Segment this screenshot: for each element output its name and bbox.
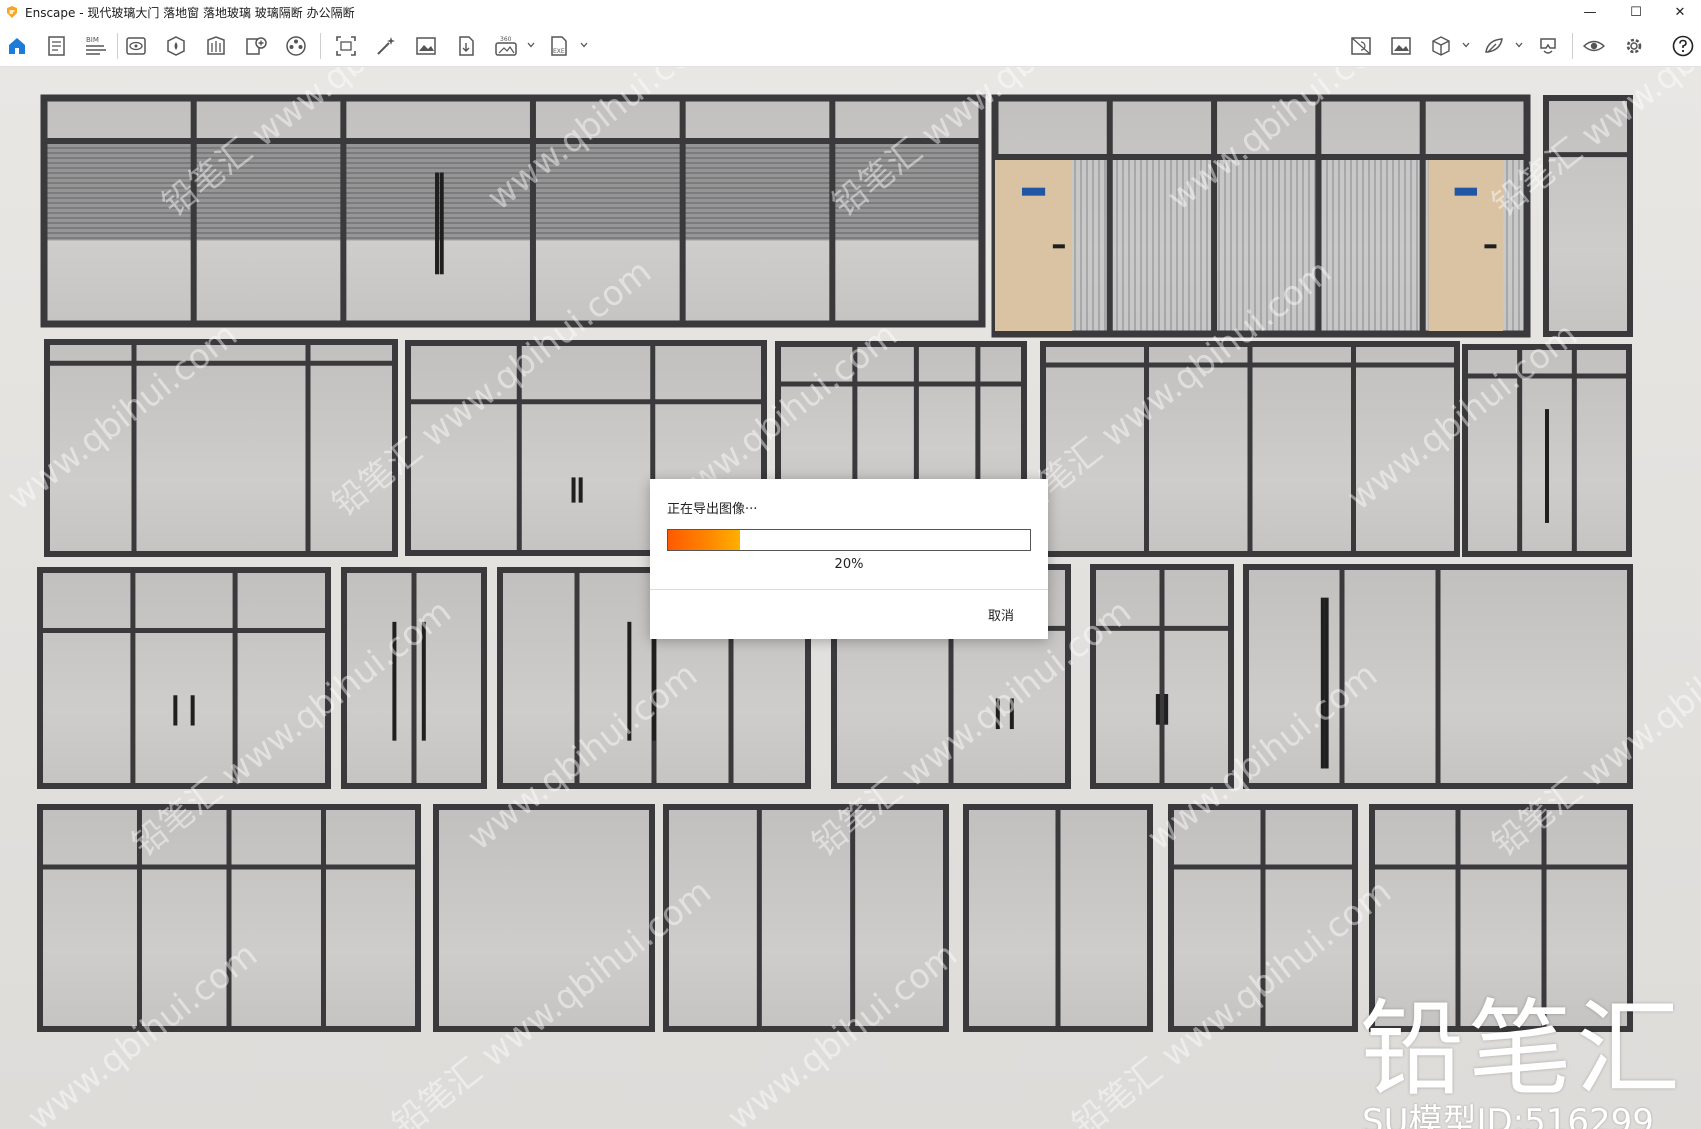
views-button[interactable] — [242, 32, 270, 60]
render-image-icon — [416, 37, 436, 55]
home-button[interactable] — [3, 32, 31, 60]
glass-partition-unit — [37, 804, 421, 1032]
glass-partition-unit — [991, 94, 1531, 338]
title-bar: Enscape - 现代玻璃大门 落地窗 落地玻璃 玻璃隔断 办公隔断 — ☐ … — [0, 0, 1701, 24]
window-title: Enscape - 现代玻璃大门 落地窗 落地玻璃 玻璃隔断 办公隔断 — [25, 5, 355, 20]
glass-partition-unit — [433, 804, 655, 1032]
notes-button[interactable] — [43, 32, 71, 60]
brand-watermark: 铅笔汇 — [1360, 988, 1685, 1110]
vr-headset-button[interactable] — [1534, 32, 1562, 60]
glass-partition-unit — [1168, 804, 1358, 1032]
settings-button[interactable] — [1620, 32, 1648, 60]
toolbar-separator — [1572, 33, 1573, 59]
help-icon — [1672, 35, 1694, 57]
glass-partition-unit — [963, 804, 1153, 1032]
video-editor-icon — [286, 36, 306, 56]
toolbar-separator — [320, 33, 321, 59]
enscape-logo-icon — [7, 6, 17, 18]
panorama-360-icon: 360 — [495, 36, 517, 56]
image-gallery-icon — [1391, 37, 1411, 55]
glass-partition-unit — [1543, 95, 1633, 337]
dialog-message: 正在导出图像··· — [667, 502, 758, 517]
toolbar-separator — [117, 33, 118, 59]
glass-partition-unit — [1462, 344, 1632, 557]
minimize-button[interactable]: — — [1567, 0, 1613, 24]
cube-view-icon — [1432, 36, 1450, 56]
feedback-button[interactable] — [1480, 32, 1508, 60]
cube-view-button[interactable] — [1427, 32, 1455, 60]
export-progress-dialog: 正在导出图像··· 20% 取消 — [650, 479, 1048, 639]
visual-settings-button[interactable] — [122, 32, 150, 60]
progress-fill — [668, 530, 741, 550]
glass-partition-unit — [1040, 341, 1460, 557]
glass-partition-unit — [1243, 564, 1633, 789]
material-editor-icon — [207, 36, 225, 55]
cube-dropdown-icon[interactable] — [1462, 41, 1470, 49]
export-file-icon — [459, 36, 474, 56]
material-editor-button[interactable] — [202, 32, 230, 60]
magic-wand-icon — [377, 37, 395, 55]
glass-partition-unit — [1090, 564, 1234, 789]
export-exe-button[interactable]: EXE — [545, 32, 573, 60]
notes-icon — [48, 36, 65, 56]
export-file-button[interactable] — [452, 32, 480, 60]
model-id-watermark: SU模型ID:516299 — [1362, 1102, 1654, 1129]
dialog-divider — [650, 589, 1048, 590]
bim-button[interactable]: BIM — [82, 32, 110, 60]
svg-text:360: 360 — [500, 36, 512, 43]
glass-partition-unit — [37, 567, 331, 789]
asset-library-icon — [167, 36, 185, 56]
progress-bar — [667, 529, 1031, 551]
visual-settings-icon — [126, 37, 146, 55]
maximize-button[interactable]: ☐ — [1613, 0, 1659, 24]
feedback-icon — [1485, 38, 1503, 53]
vr-headset-icon — [1540, 38, 1556, 54]
export-dropdown-icon[interactable] — [580, 41, 588, 49]
panorama-button[interactable]: 360 — [492, 32, 520, 60]
bim-icon: BIM — [86, 36, 106, 55]
close-window-button[interactable]: ✕ — [1657, 0, 1701, 24]
screenshot-button[interactable] — [332, 32, 360, 60]
video-editor-button[interactable] — [282, 32, 310, 60]
svg-text:BIM: BIM — [86, 36, 99, 44]
asset-library-button[interactable] — [162, 32, 190, 60]
screenshot-icon — [336, 36, 356, 56]
site-context-icon — [1351, 37, 1371, 55]
home-icon — [9, 38, 25, 54]
eye-button[interactable] — [1580, 32, 1608, 60]
settings-icon — [1626, 38, 1642, 54]
glass-partition-unit — [44, 339, 398, 557]
cancel-button[interactable]: 取消 — [984, 603, 1018, 626]
magic-wand-button[interactable] — [372, 32, 400, 60]
render-image-button[interactable] — [412, 32, 440, 60]
glass-partition-unit — [40, 94, 986, 328]
help-button[interactable] — [1669, 32, 1697, 60]
progress-percent: 20% — [834, 557, 864, 572]
feedback-dropdown-icon[interactable] — [1515, 41, 1523, 49]
glass-partition-unit — [663, 804, 949, 1032]
panorama-dropdown-icon[interactable] — [527, 41, 535, 49]
svg-text:EXE: EXE — [553, 48, 565, 55]
toolbar: BIM 360 EXE — [0, 24, 1701, 87]
glass-partition-unit — [341, 567, 487, 789]
eye-icon — [1582, 40, 1606, 52]
views-icon — [246, 37, 267, 55]
site-context-button[interactable] — [1347, 32, 1375, 60]
export-exe-icon: EXE — [551, 36, 567, 56]
image-gallery-button[interactable] — [1387, 32, 1415, 60]
